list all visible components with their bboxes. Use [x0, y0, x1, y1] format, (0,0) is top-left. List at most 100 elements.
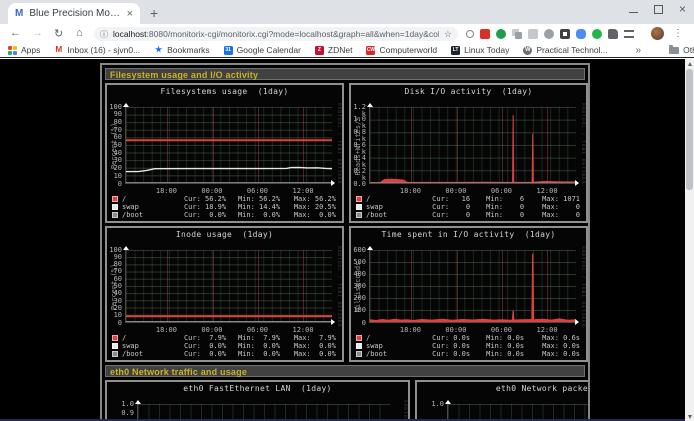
proxy-icon[interactable] [496, 29, 506, 39]
legend-swatch [112, 204, 118, 210]
other-bookmarks-label: Other bookmarks [683, 45, 694, 55]
graph-plot [125, 250, 332, 323]
extensions-puzzle-icon[interactable] [608, 29, 618, 39]
graph-plot [447, 404, 590, 419]
y-tick-label: 300 [351, 283, 366, 290]
x-tick-label: 06:00 [491, 187, 512, 195]
messenger-icon[interactable] [576, 29, 586, 39]
legend-max: Max: 1071 [524, 195, 580, 203]
legend-min: Min: 0 [470, 211, 524, 219]
bookmarks-overflow-icon[interactable]: » [636, 45, 642, 56]
legend-max: Max: 0.0s [524, 342, 580, 350]
reading-list-icon[interactable] [624, 30, 634, 38]
graph-panel-inode-usage[interactable]: Inode usage (1day)Percent (%)10090807060… [105, 226, 344, 362]
bookmark-item[interactable]: WPractical Technol... [523, 45, 607, 55]
graph-legend: /Cur: 16Min: 6Max: 1071swapCur: 0Min: 0M… [356, 195, 580, 219]
monitorix-container: Filesystem usage and I/O activity Filesys… [100, 63, 590, 419]
legend-name: /boot [366, 350, 410, 358]
minimize-icon[interactable] [629, 6, 638, 13]
bookmark-item[interactable]: ★Bookmarks [154, 45, 210, 55]
graph-panel-disk-io[interactable]: Disk I/O activity (1day)Reads+Writes/s1.… [349, 83, 588, 223]
legend-name: / [366, 195, 410, 203]
legend-max: Max: 0.0s [524, 350, 580, 358]
x-tick-label: 06:00 [247, 187, 268, 195]
legend-swatch [112, 212, 118, 218]
scroll-up-icon[interactable] [685, 59, 694, 68]
notes-icon[interactable] [528, 29, 538, 39]
graph-inode-usage: Inode usage (1day)Percent (%)10090807060… [107, 228, 342, 360]
legend-swatch [112, 196, 118, 202]
y-tick-label: 0 [351, 320, 366, 327]
new-tab-button[interactable]: + [150, 5, 158, 21]
bookmark-item[interactable]: MInbox (16) - sjvn0... [54, 45, 140, 55]
bookmark-item[interactable]: Z ZDNet [315, 45, 353, 55]
forward-button[interactable]: → [32, 27, 43, 39]
active-tab[interactable]: M Blue Precision Monitorix × [8, 3, 140, 24]
x-tick-label: 12:00 [536, 326, 557, 334]
close-icon[interactable]: × [679, 5, 686, 14]
tab-strip: M Blue Precision Monitorix × + × [0, 0, 694, 24]
whatsapp-icon[interactable] [592, 29, 602, 39]
graph-panel-eth0-packets[interactable]: eth0 Network packets (1day)Packets/s1.0R… [415, 380, 590, 419]
reload-button[interactable]: ↻ [54, 27, 63, 40]
y-tick-label: 500 [351, 259, 366, 266]
mail-checker-icon[interactable] [480, 29, 490, 39]
site-info-icon[interactable]: ⓘ [100, 29, 108, 40]
maximize-icon[interactable] [654, 5, 663, 14]
y-tick-label: 0.9 [107, 410, 134, 417]
bookmark-item[interactable]: 31Google Calendar [224, 45, 301, 55]
legend-name: swap [366, 203, 410, 211]
graph-disk-io: Disk I/O activity (1day)Reads+Writes/s1.… [351, 85, 586, 221]
profile-avatar[interactable] [651, 27, 664, 40]
other-bookmarks-button[interactable]: Other bookmarks [669, 45, 694, 55]
scrollbar-thumb[interactable] [686, 69, 693, 190]
legend-min: Min: 0 [470, 203, 524, 211]
legend-row: /Cur: 7.9%Min: 7.9%Max: 7.9% [112, 334, 336, 342]
tab-title: Blue Precision Monitorix [29, 8, 120, 19]
graph-panel-eth0-traffic[interactable]: eth0 FastEthernet LAN (1day)1.00.9RRDTOO… [105, 380, 410, 419]
folder-icon [669, 47, 679, 54]
y-tick-label: 0 [107, 181, 122, 188]
legend-min: Min: 14.4% [226, 203, 280, 211]
graph-panel-fs-usage[interactable]: Filesystems usage (1day)Percent (%)10090… [105, 83, 344, 223]
legend-cur: Cur: 0.0s [410, 350, 470, 358]
url-bar[interactable]: ⓘ localhost:8080/monitorix-cgi/monitorix… [94, 27, 458, 41]
legend-max: Max: 7.9% [280, 334, 336, 342]
legend-max: Max: 0.0% [280, 211, 336, 219]
bookmark-star-icon[interactable]: ☆ [444, 29, 452, 40]
graph-legend: /Cur: 56.2%Min: 56.2%Max: 56.2%swapCur: … [112, 195, 336, 219]
graph-plot [369, 250, 576, 323]
tab-close-icon[interactable]: × [127, 8, 133, 20]
section-header: eth0 Network traffic and usage [105, 365, 585, 377]
y-tick-label: 1.2 k [351, 104, 366, 111]
copy-pages-icon[interactable] [512, 29, 522, 39]
graph-title: Disk I/O activity (1day) [351, 87, 586, 96]
page-content: Filesystem usage and I/O activity Filesys… [0, 59, 694, 421]
vertical-scrollbar[interactable] [685, 59, 694, 421]
y-tick-label: 1.0 [107, 401, 134, 408]
home-button[interactable]: ⌂ [76, 27, 83, 39]
bookmark-label: ZDNet [328, 45, 353, 55]
legend-name: /boot [122, 350, 166, 358]
browser-menu-icon[interactable]: ⋮ [673, 28, 683, 39]
screenshot-icon[interactable] [560, 29, 570, 39]
x-tick-label: 18:00 [400, 326, 421, 334]
scroll-down-icon[interactable] [685, 412, 694, 421]
legend-swatch [112, 351, 118, 357]
x-tick-label: 00:00 [445, 326, 466, 334]
cast-icon[interactable] [544, 29, 554, 39]
legend-name: / [122, 195, 166, 203]
y-tick-label: 0.6 k [351, 142, 366, 149]
back-button[interactable]: ← [10, 27, 21, 39]
zdnet-icon: Z [315, 46, 324, 55]
search-icon[interactable] [466, 30, 474, 38]
bookmark-item[interactable]: CWComputerworld [366, 45, 437, 55]
bookmark-item[interactable]: LTLinux Today [451, 45, 509, 55]
bookmark-item[interactable]: Apps [8, 45, 40, 55]
monitorix-favicon-icon: M [15, 9, 23, 19]
section-header: Filesystem usage and I/O activity [105, 68, 585, 80]
legend-name: swap [122, 342, 166, 350]
graph-panel-io-time[interactable]: Time spent in I/O activity (1day)Millise… [349, 226, 588, 362]
legend-row: /Cur: 0.0sMin: 0.0sMax: 0.6s [356, 334, 580, 342]
legend-min: Min: 6 [470, 195, 524, 203]
